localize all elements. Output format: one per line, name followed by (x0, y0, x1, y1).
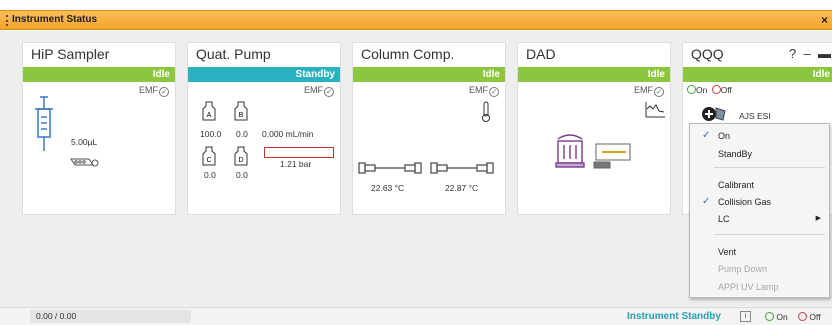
status-off[interactable]: Off (796, 312, 821, 322)
window-title: Instrument Status (12, 14, 98, 25)
menu-item-calibrant[interactable]: Calibrant (690, 177, 829, 193)
column-right-temp: 22.87 °C (445, 183, 479, 193)
run-progress: 0.00 / 0.00 (30, 310, 191, 323)
svg-text:C: C (206, 157, 211, 164)
help-icon[interactable]: ? (789, 46, 796, 61)
injection-volume: 5.00µL (71, 137, 98, 147)
menu-separator (714, 167, 825, 168)
thermometer-icon (482, 101, 490, 122)
menu-separator (714, 234, 825, 235)
emf-indicator: EMF ✓ (139, 85, 169, 97)
vial-tray-icon (70, 158, 99, 167)
lamp-icon (555, 134, 585, 168)
module-state: Standby (188, 67, 340, 82)
flow-cell-icon (593, 143, 631, 169)
pressure-value: 1.21 bar (280, 159, 312, 169)
module-name: Column Comp. (361, 46, 455, 62)
emf-indicator: EMF ✓ (469, 85, 499, 97)
bottle-a-value: 100.0 (200, 129, 222, 139)
power-off-icon (798, 312, 807, 321)
module-window-controls: ? ‒ ▬ (789, 46, 831, 61)
module-card-dad[interactable]: DAD Idle EMF ✓ (517, 42, 671, 215)
info-icon[interactable]: i (740, 311, 751, 322)
module-name: DAD (526, 46, 556, 62)
module-state: Idle (23, 67, 175, 82)
ion-source-icon[interactable] (701, 105, 727, 123)
spectrum-icon (645, 102, 665, 118)
bottle-d-value: 0.0 (236, 170, 248, 180)
bottle-b-value: 0.0 (236, 129, 248, 139)
menu-item-collision-gas[interactable]: ✓ Collision Gas (690, 194, 829, 210)
menu-item-vent[interactable]: Vent (690, 244, 829, 260)
module-name: Quat. Pump (196, 46, 271, 62)
pressure-bar (264, 147, 334, 158)
power-on-icon (765, 312, 774, 321)
menu-item-appi-uv-lamp: APPI UV Lamp (718, 282, 779, 292)
maximize-icon[interactable]: ▬ (818, 46, 831, 61)
column-right-icon (430, 162, 494, 174)
column-left-icon (358, 162, 422, 174)
menu-item-pump-down: Pump Down (718, 264, 768, 274)
solvent-bottle-d-icon: D (234, 146, 248, 166)
check-icon: ✓ (702, 130, 711, 141)
module-card-pump[interactable]: Quat. Pump Standby EMF ✓ A B 100.0 0.0 0.… (187, 42, 341, 215)
submenu-arrow-icon: ▶ (815, 215, 821, 222)
bottle-c-value: 0.0 (204, 170, 216, 180)
svg-text:B: B (239, 112, 244, 119)
emf-indicator: EMF ✓ (304, 85, 334, 97)
emf-check-icon: ✓ (159, 87, 169, 97)
emf-indicator: EMF ✓ (634, 85, 664, 97)
close-icon[interactable]: × (821, 13, 828, 27)
svg-text:A: A (207, 112, 212, 119)
drag-grip-icon[interactable] (6, 15, 8, 26)
emf-check-icon: ✓ (324, 87, 334, 97)
status-on[interactable]: On (765, 312, 788, 322)
qqq-context-menu: ✓ On StandBy Calibrant ✓ Collision Gas LC ▶… (689, 123, 830, 298)
ion-source-label: AJS ESI (739, 111, 771, 121)
svg-text:D: D (238, 157, 243, 164)
minimize-icon[interactable]: ‒ (800, 46, 814, 61)
power-on-icon[interactable] (687, 85, 696, 94)
module-state: Idle (353, 67, 505, 82)
module-card-sampler[interactable]: HiP Sampler Idle EMF ✓ 5.00µL (22, 42, 176, 215)
check-icon: ✓ (702, 196, 711, 207)
module-name: HiP Sampler (31, 46, 110, 62)
solvent-bottle-c-icon: C (202, 146, 216, 166)
solvent-bottle-b-icon: B (234, 101, 248, 121)
emf-check-icon: ✓ (654, 87, 664, 97)
power-off-icon[interactable] (711, 85, 721, 94)
module-state: Idle (518, 67, 670, 82)
module-name: QQQ (691, 46, 724, 62)
flow-rate: 0.000 mL/min (262, 129, 314, 139)
window-title-bar: Instrument Status × (0, 10, 832, 30)
menu-item-lc[interactable]: LC ▶ (690, 211, 829, 227)
qqq-on-off: On Off (687, 85, 732, 95)
solvent-bottle-a-icon: A (202, 101, 216, 121)
menu-item-on[interactable]: ✓ On (690, 128, 829, 144)
module-state: Idle (683, 67, 832, 82)
menu-item-standby[interactable]: StandBy (690, 146, 829, 162)
column-left-temp: 22.63 °C (371, 183, 405, 193)
status-bar: 0.00 / 0.00 Instrument Standby i On Off (0, 307, 832, 325)
module-card-column[interactable]: Column Comp. Idle EMF ✓ 22.63 °C 22.87 °C (352, 42, 506, 215)
emf-check-icon: ✓ (489, 87, 499, 97)
instrument-status: Instrument Standby (627, 311, 721, 322)
syringe-icon (35, 96, 53, 151)
